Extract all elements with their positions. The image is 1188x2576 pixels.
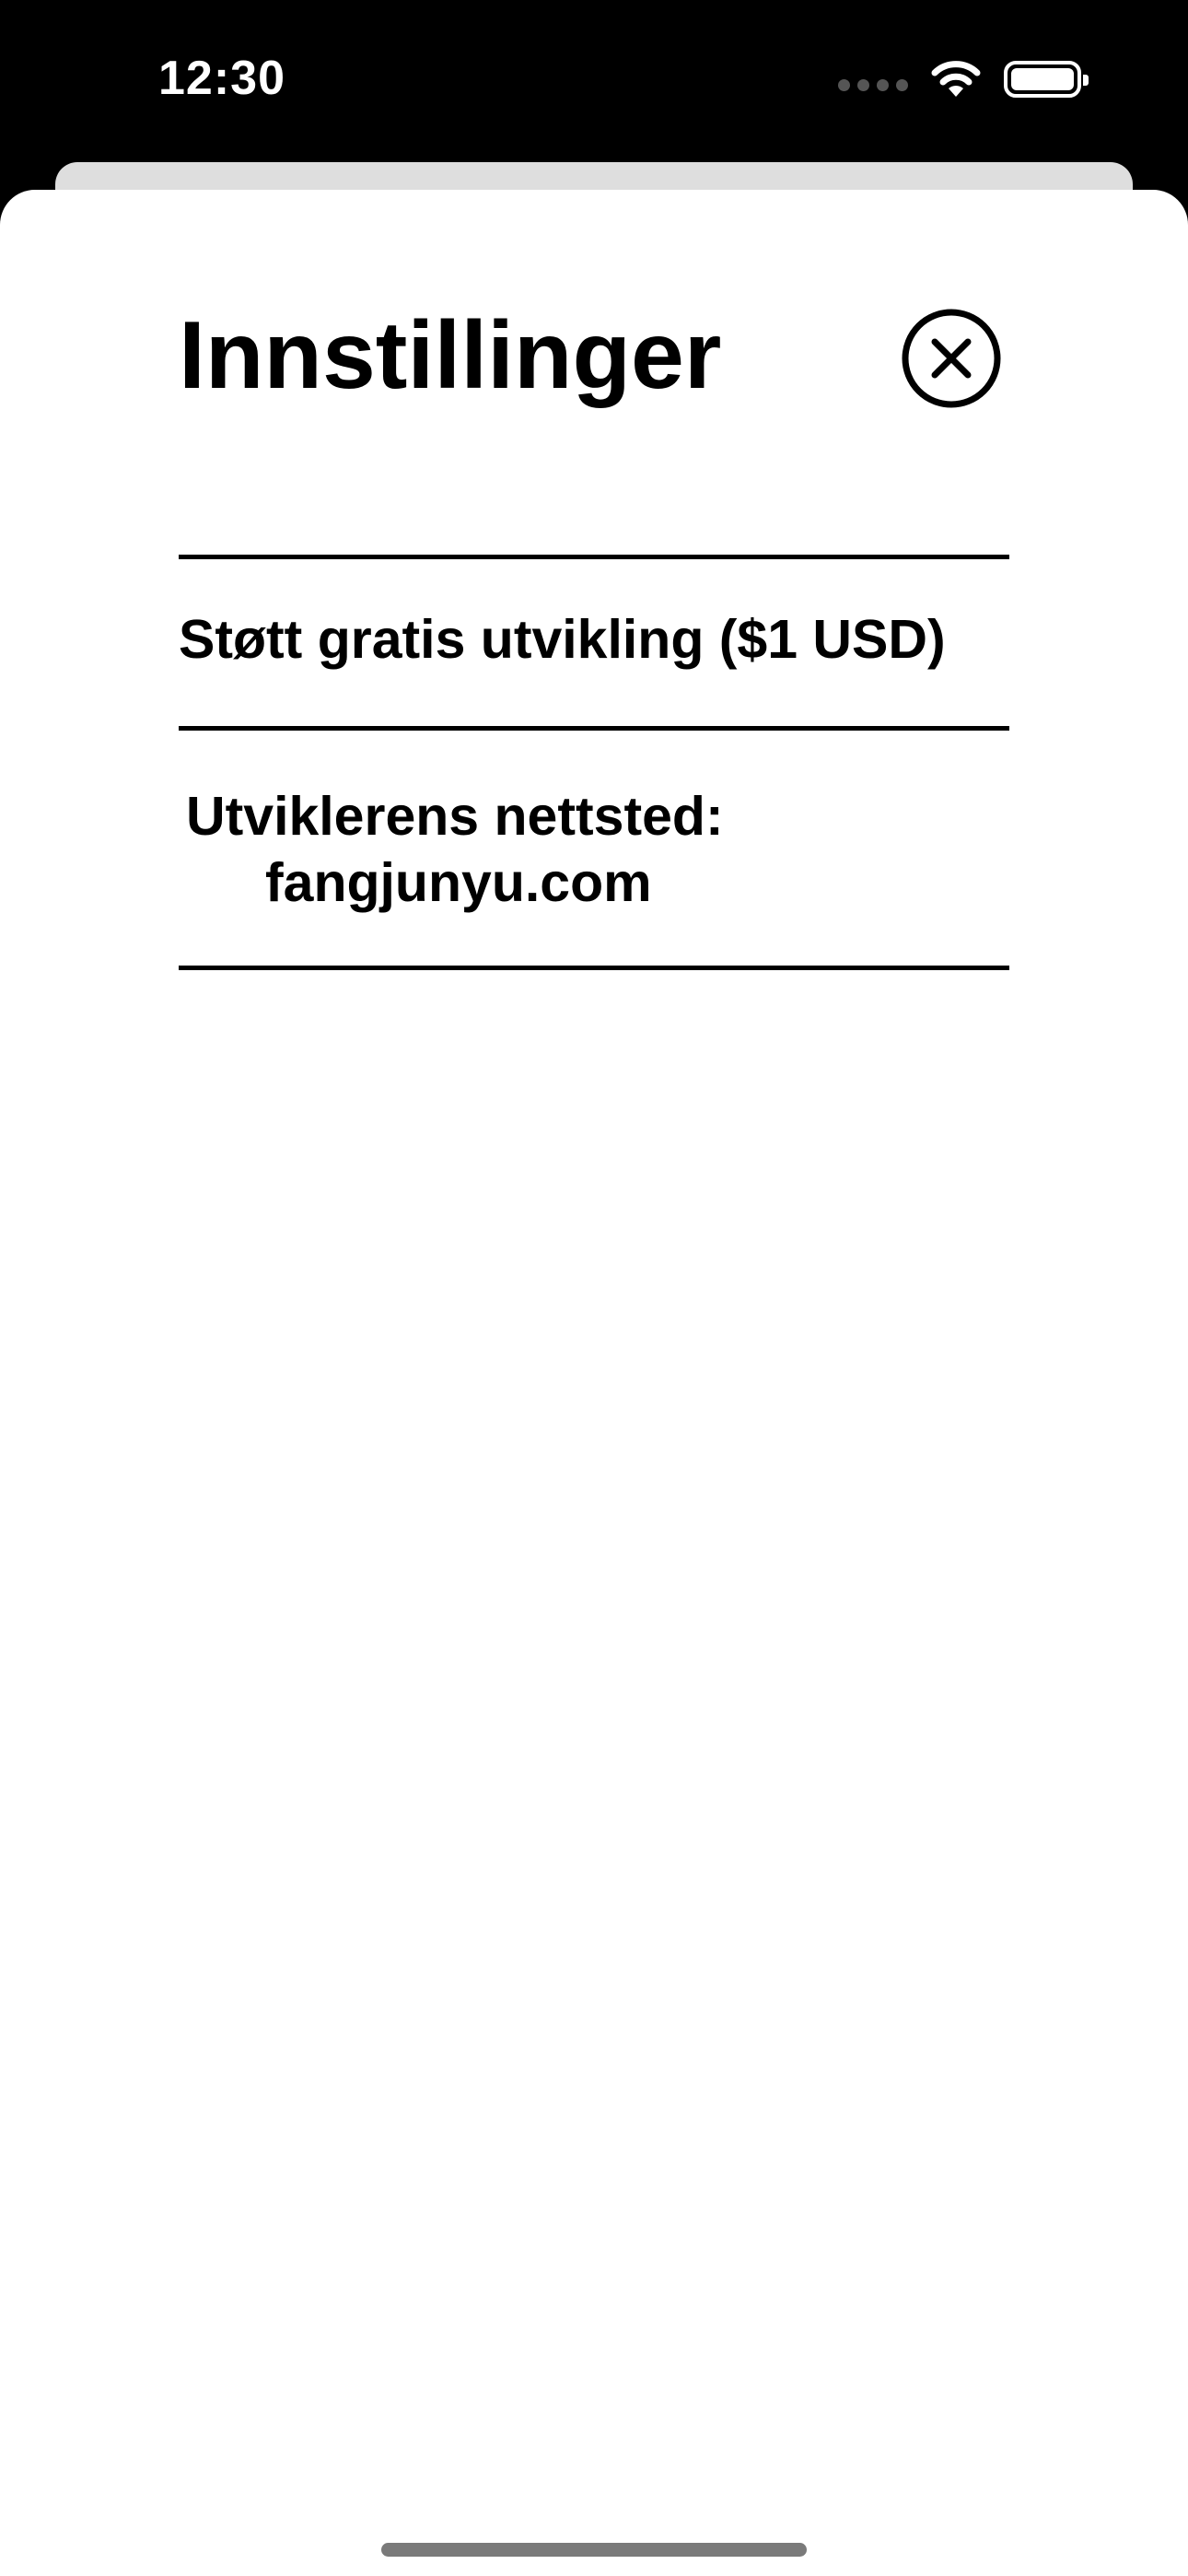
- divider: [179, 966, 1009, 970]
- divider: [179, 726, 1009, 731]
- developer-website-label: Utviklerens nettsted:: [186, 786, 724, 847]
- support-development-label: Støtt gratis utvikling ($1 USD): [179, 609, 946, 670]
- settings-sheet: Innstillinger Støtt gratis utvikling ($1…: [0, 190, 1188, 2576]
- close-button[interactable]: [901, 308, 1002, 409]
- home-indicator[interactable]: [381, 2543, 807, 2557]
- status-icons: [838, 59, 1089, 100]
- developer-website-link[interactable]: Utviklerens nettsted: fangjunyu.com: [179, 783, 1009, 916]
- developer-website-url: fangjunyu.com: [265, 852, 652, 913]
- status-bar: 12:30: [0, 0, 1188, 166]
- status-time: 12:30: [158, 52, 285, 105]
- battery-icon: [1004, 61, 1089, 98]
- sheet-title: Innstillinger: [179, 302, 722, 409]
- screen: 12:30 Innstillinger Støtt gratis utvikli…: [0, 0, 1188, 2576]
- support-development-button[interactable]: Støtt gratis utvikling ($1 USD): [179, 606, 1009, 673]
- divider: [179, 555, 1009, 559]
- wifi-icon: [931, 61, 981, 97]
- close-circle-icon: [902, 309, 1001, 408]
- signal-icon: [838, 78, 908, 91]
